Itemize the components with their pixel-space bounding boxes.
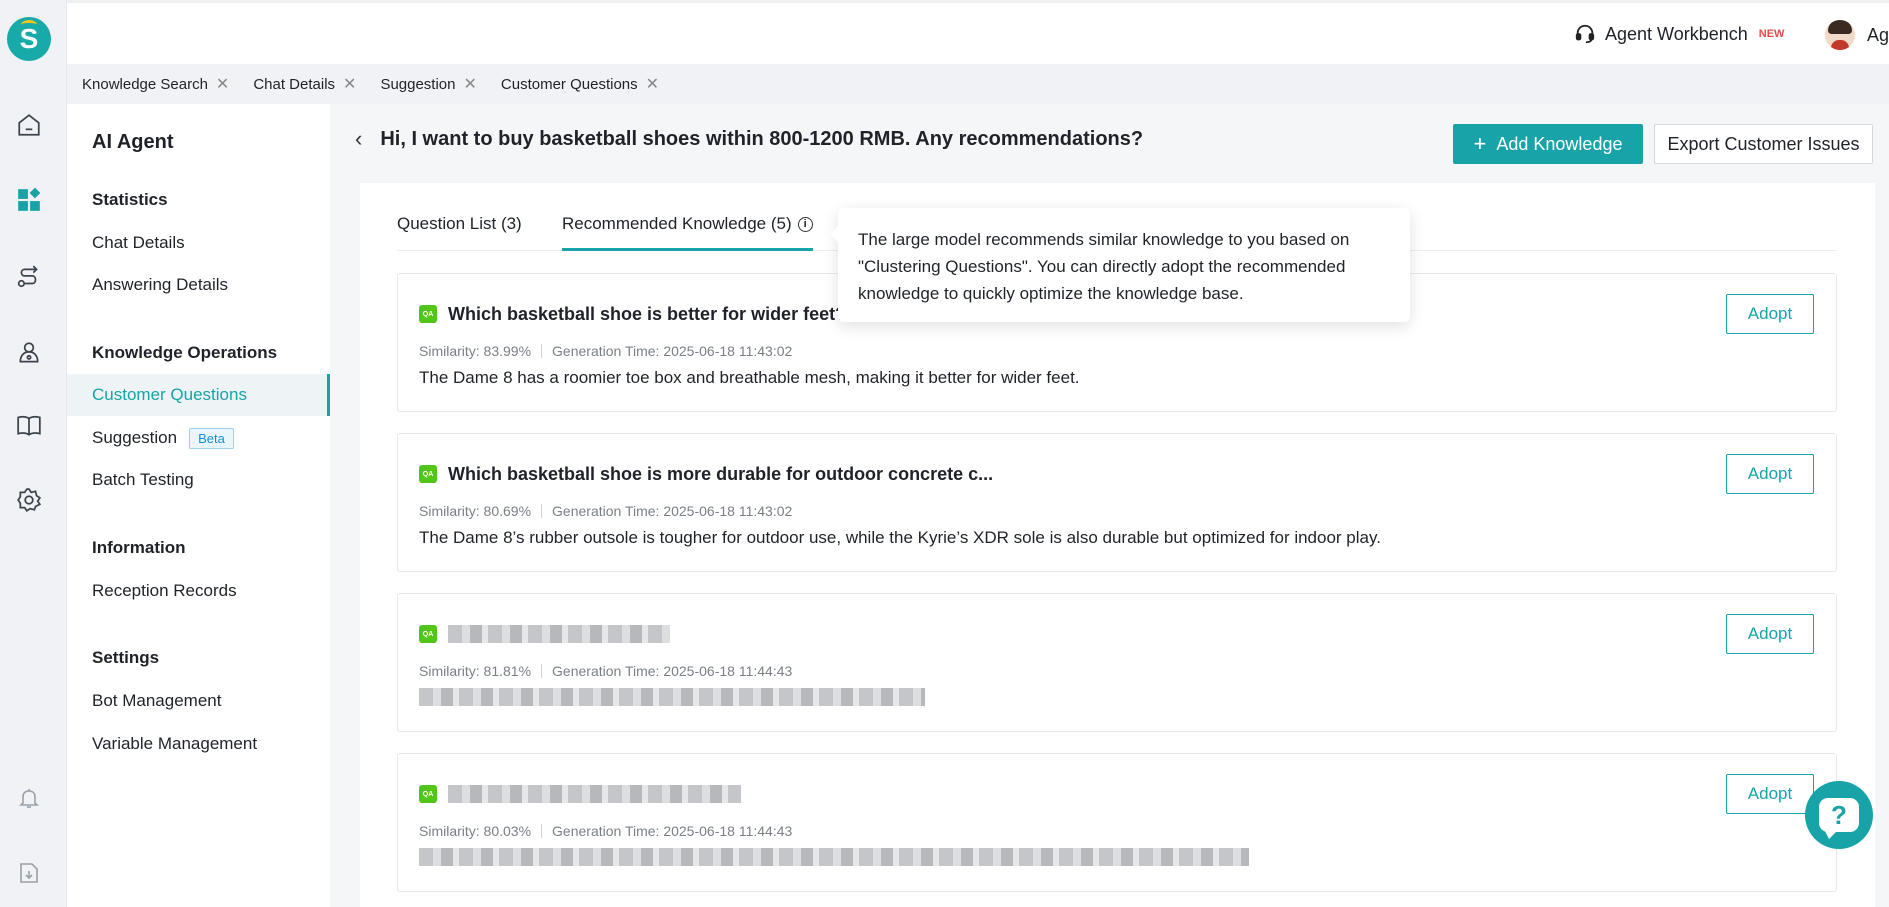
top-header: Agent Workbench NEW Agent (67, 0, 1889, 64)
bell-icon[interactable] (14, 783, 44, 813)
similarity: Similarity: 80.03% (419, 823, 532, 839)
tab-recommended-knowledge[interactable]: Recommended Knowledge (5) i (562, 214, 813, 251)
open-tab-label: Knowledge Search (82, 75, 208, 93)
sidebar-item-answering-details[interactable]: Answering Details (67, 264, 330, 306)
adopt-button[interactable]: Adopt (1726, 454, 1814, 494)
section-settings: Settings (92, 648, 160, 667)
help-chat-button[interactable]: ? (1805, 781, 1873, 849)
open-tabs-bar: Knowledge Search ✕ Chat Details ✕ Suggesti… (67, 64, 1889, 104)
similarity: Similarity: 81.81% (419, 663, 532, 679)
headset-icon (1575, 24, 1595, 44)
export-customer-issues-button[interactable]: Export Customer Issues (1654, 124, 1873, 164)
sidebar-item-batch-testing[interactable]: Batch Testing (67, 459, 330, 501)
routing-icon[interactable] (14, 262, 44, 292)
dashboard-icon[interactable] (14, 185, 44, 215)
qa-icon: QA (419, 625, 437, 643)
qa-icon: QA (419, 785, 437, 803)
recommendation-tooltip: The large model recommends similar knowl… (830, 208, 1410, 322)
open-tab-suggestion[interactable]: Suggestion ✕ (380, 74, 476, 94)
card-answer: The Dame 8 has a roomier toe box and bre… (419, 368, 1080, 387)
beta-badge: Beta (189, 427, 234, 449)
app-logo[interactable]: S (7, 17, 51, 61)
agent-workbench-label: Agent Workbench (1605, 23, 1748, 44)
qa-icon: QA (419, 305, 437, 323)
sidebar-item-suggestion[interactable]: Suggestion Beta (67, 417, 330, 459)
info-icon[interactable]: i (797, 217, 813, 233)
card-meta: Similarity: 80.03% Generation Time: 2025… (419, 823, 792, 839)
card-answer: The Dame 8’s rubber outsole is tougher f… (419, 528, 1381, 547)
open-tab-label: Suggestion (380, 75, 456, 93)
similarity: Similarity: 80.69% (419, 503, 532, 519)
redacted-title (448, 785, 741, 803)
user-location-icon[interactable] (14, 338, 44, 368)
user-name: Agent (1867, 24, 1889, 45)
icon-rail: S (0, 0, 67, 907)
adopt-button[interactable]: Adopt (1726, 774, 1814, 814)
section-information: Information (92, 538, 186, 557)
open-tab-label: Chat Details (253, 75, 336, 93)
open-tab-knowledge-search[interactable]: Knowledge Search ✕ (82, 74, 229, 94)
qa-icon: QA (419, 465, 437, 483)
divider (541, 824, 543, 838)
sidebar-item-customer-questions[interactable]: Customer Questions (67, 374, 330, 416)
divider (541, 344, 543, 358)
divider (541, 664, 543, 678)
open-tab-customer-questions[interactable]: Customer Questions ✕ (501, 74, 659, 94)
add-knowledge-button[interactable]: + Add Knowledge (1453, 124, 1643, 164)
close-icon[interactable]: ✕ (646, 74, 659, 94)
page-title: Hi, I want to buy basketball shoes withi… (380, 127, 1144, 150)
section-knowledge-operations: Knowledge Operations (92, 343, 278, 362)
generation-time: Generation Time: 2025-06-18 11:43:02 (552, 343, 793, 359)
generation-time: Generation Time: 2025-06-18 11:44:43 (552, 823, 793, 839)
book-icon[interactable] (14, 410, 44, 440)
download-icon[interactable] (14, 858, 44, 888)
similarity: Similarity: 83.99% (419, 343, 532, 359)
sidebar-item-chat-details[interactable]: Chat Details (67, 222, 330, 264)
new-badge: NEW (1758, 28, 1785, 40)
sidebar-item-reception-records[interactable]: Reception Records (67, 570, 330, 612)
sidebar-title: AI Agent (92, 131, 174, 153)
sidebar-item-bot-management[interactable]: Bot Management (67, 680, 330, 722)
redacted-title (448, 625, 670, 643)
page-header: ‹ Hi, I want to buy basketball shoes wit… (355, 126, 1143, 152)
plus-icon: + (1473, 131, 1487, 156)
help-chat-icon: ? (1819, 798, 1859, 839)
sidebar-item-variable-management[interactable]: Variable Management (67, 723, 330, 765)
divider (541, 504, 543, 518)
sidebar: AI Agent Statistics Chat Details Answeri… (67, 104, 330, 907)
section-statistics: Statistics (92, 190, 168, 209)
card-title: Which basketball shoe is more durable fo… (448, 464, 994, 484)
tab-question-list[interactable]: Question List (3) (397, 214, 522, 234)
back-arrow-icon[interactable]: ‹ (355, 126, 362, 152)
knowledge-card: QA Which basketball shoe is more durable… (397, 433, 1837, 572)
adopt-button[interactable]: Adopt (1726, 614, 1814, 654)
generation-time: Generation Time: 2025-06-18 11:43:02 (552, 503, 793, 519)
card-meta: Similarity: 80.69% Generation Time: 2025… (419, 503, 792, 519)
card-meta: Similarity: 81.81% Generation Time: 2025… (419, 663, 792, 679)
close-icon[interactable]: ✕ (343, 74, 356, 94)
redacted-answer (419, 848, 1249, 866)
add-knowledge-label: Add Knowledge (1496, 133, 1623, 154)
home-icon[interactable] (14, 110, 44, 140)
tab-label: Recommended Knowledge (5) (562, 214, 792, 233)
knowledge-card: QA Similarity: 80.03% Generation Time: 2… (397, 753, 1837, 892)
open-tab-chat-details[interactable]: Chat Details ✕ (253, 74, 356, 94)
avatar (1825, 20, 1855, 50)
close-icon[interactable]: ✕ (216, 74, 229, 94)
knowledge-card: QA Similarity: 81.81% Generation Time: 2… (397, 593, 1837, 732)
sidebar-item-label: Suggestion (92, 428, 178, 447)
redacted-answer (419, 688, 925, 706)
card-meta: Similarity: 83.99% Generation Time: 2025… (419, 343, 792, 359)
settings-icon[interactable] (14, 485, 44, 515)
card-title: Which basketball shoe is better for wide… (448, 304, 847, 324)
close-icon[interactable]: ✕ (464, 74, 477, 94)
adopt-button[interactable]: Adopt (1726, 294, 1814, 334)
user-menu[interactable]: Agent (1825, 20, 1889, 50)
open-tab-label: Customer Questions (500, 75, 638, 93)
agent-workbench-link[interactable]: Agent Workbench NEW (1574, 23, 1784, 45)
generation-time: Generation Time: 2025-06-18 11:44:43 (552, 663, 793, 679)
